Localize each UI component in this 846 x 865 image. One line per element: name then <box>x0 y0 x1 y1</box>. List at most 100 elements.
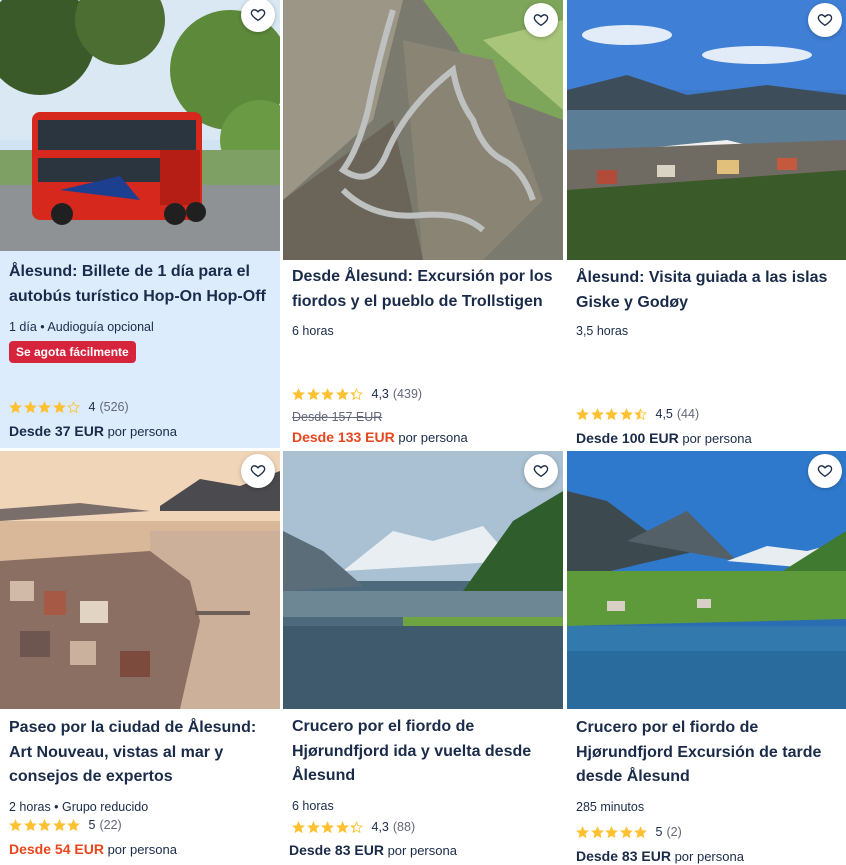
star-icon <box>9 400 22 414</box>
star-icon <box>38 818 51 832</box>
price-amount: Desde 37 EUR <box>9 423 104 439</box>
star-icon <box>576 825 589 839</box>
activity-card[interactable]: Crucero por el fiordo de Hjørundfjord Ex… <box>567 451 846 865</box>
price-unit: por persona <box>398 430 468 445</box>
activity-grid: Ålesund: Billete de 1 día para el autobú… <box>0 0 846 865</box>
price: Desde 83 EUR por persona <box>289 842 457 858</box>
wishlist-button[interactable] <box>808 454 842 488</box>
star-icon <box>605 407 618 421</box>
price-unit: por persona <box>387 843 457 858</box>
star-rating <box>292 387 365 401</box>
activity-title[interactable]: Ålesund: Billete de 1 día para el autobú… <box>9 260 272 309</box>
activity-title[interactable]: Desde Ålesund: Excursión por los fiordos… <box>292 265 555 314</box>
activity-image[interactable] <box>283 451 563 709</box>
star-icon <box>67 818 80 832</box>
star-icon <box>619 825 633 839</box>
activity-card[interactable]: Ålesund: Visita guiada a las islas Giske… <box>567 0 846 448</box>
star-icon <box>23 818 37 832</box>
heart-outline-icon <box>250 9 266 22</box>
activity-title[interactable]: Ålesund: Visita guiada a las islas Giske… <box>576 266 838 315</box>
likely-to-sell-out-badge: Se agota fácilmente <box>9 341 136 363</box>
review-count: (2) <box>666 825 682 839</box>
heart-outline-icon <box>533 465 549 478</box>
rating-value: 4,3 <box>371 820 389 834</box>
activity-title[interactable]: Crucero por el fiordo de Hjørundfjord Ex… <box>576 716 838 790</box>
review-count: (88) <box>392 820 416 834</box>
price-amount: Desde 54 EUR <box>9 841 104 857</box>
price-unit: por persona <box>107 842 177 857</box>
star-icon <box>38 400 51 414</box>
heart-outline-icon <box>250 465 266 478</box>
star-icon <box>350 387 363 401</box>
rating-value: 4,5 <box>655 407 673 421</box>
wishlist-button[interactable] <box>241 454 275 488</box>
activity-image[interactable] <box>0 0 280 251</box>
star-icon <box>605 825 618 839</box>
star-rating <box>9 818 82 832</box>
wishlist-button[interactable] <box>524 3 558 37</box>
original-price: Desde 157 EUR <box>292 410 383 424</box>
star-icon <box>576 407 589 421</box>
activity-duration: 1 día • Audioguía opcional <box>9 320 154 334</box>
price: Desde 54 EUR por persona <box>9 841 177 857</box>
star-icon <box>321 387 334 401</box>
activity-card[interactable]: Desde Ålesund: Excursión por los fiordos… <box>283 0 563 448</box>
star-rating <box>292 820 365 834</box>
price-unit: por persona <box>674 849 744 864</box>
star-icon <box>292 387 305 401</box>
activity-title[interactable]: Paseo por la ciudad de Ålesund: Art Nouv… <box>9 716 272 790</box>
activity-duration: 285 minutos <box>576 799 645 814</box>
price-unit: por persona <box>682 431 752 446</box>
activity-title[interactable]: Crucero por el fiordo de Hjørundfjord id… <box>292 715 555 789</box>
activity-duration: 6 horas <box>292 324 334 338</box>
activity-duration: 3,5 horas <box>576 324 629 338</box>
review-count: (526) <box>99 400 129 414</box>
rating: 5 (2) <box>576 825 682 839</box>
activity-image[interactable] <box>567 0 846 260</box>
star-icon <box>292 820 305 834</box>
wishlist-button[interactable] <box>524 454 558 488</box>
price-amount: Desde 83 EUR <box>576 848 671 864</box>
activity-image[interactable] <box>567 451 846 709</box>
star-icon <box>321 820 334 834</box>
rating-value: 5 <box>88 818 96 832</box>
star-icon <box>23 400 37 414</box>
star-icon <box>306 387 320 401</box>
wishlist-button[interactable] <box>808 3 842 37</box>
star-icon <box>590 407 604 421</box>
heart-outline-icon <box>533 14 549 27</box>
rating: 4,5 (44) <box>576 407 699 421</box>
star-icon <box>590 825 604 839</box>
activity-card[interactable]: Crucero por el fiordo de Hjørundfjord id… <box>283 451 563 865</box>
star-icon <box>9 818 22 832</box>
star-icon <box>52 818 66 832</box>
review-count: (439) <box>392 387 423 401</box>
price: Desde 37 EUR por persona <box>9 423 177 439</box>
activity-card[interactable]: Ålesund: Billete de 1 día para el autobú… <box>0 0 280 448</box>
star-icon <box>634 407 647 421</box>
heart-outline-icon <box>817 14 833 27</box>
price-amount: Desde 133 EUR <box>292 429 395 445</box>
price: Desde 83 EUR por persona <box>576 848 744 864</box>
star-icon <box>306 820 320 834</box>
activity-image[interactable] <box>283 0 563 260</box>
star-icon <box>350 820 363 834</box>
heart-outline-icon <box>817 465 833 478</box>
rating: 4,3 (439) <box>292 387 422 401</box>
price-amount: Desde 83 EUR <box>289 842 384 858</box>
rating-value: 4,3 <box>371 387 389 401</box>
activity-image[interactable] <box>0 451 280 709</box>
star-icon <box>619 407 633 421</box>
price: Desde 100 EUR por persona <box>576 430 752 446</box>
rating-value: 4 <box>88 400 96 414</box>
star-icon <box>335 387 349 401</box>
star-icon <box>67 400 80 414</box>
rating: 5 (22) <box>9 818 122 832</box>
price-amount: Desde 100 EUR <box>576 430 679 446</box>
price-unit: por persona <box>107 424 177 439</box>
activity-card[interactable]: Paseo por la ciudad de Ålesund: Art Nouv… <box>0 451 280 865</box>
review-count: (44) <box>676 407 700 421</box>
activity-duration: 6 horas <box>292 798 334 813</box>
star-rating <box>9 400 82 414</box>
price: Desde 133 EUR por persona <box>292 429 468 445</box>
